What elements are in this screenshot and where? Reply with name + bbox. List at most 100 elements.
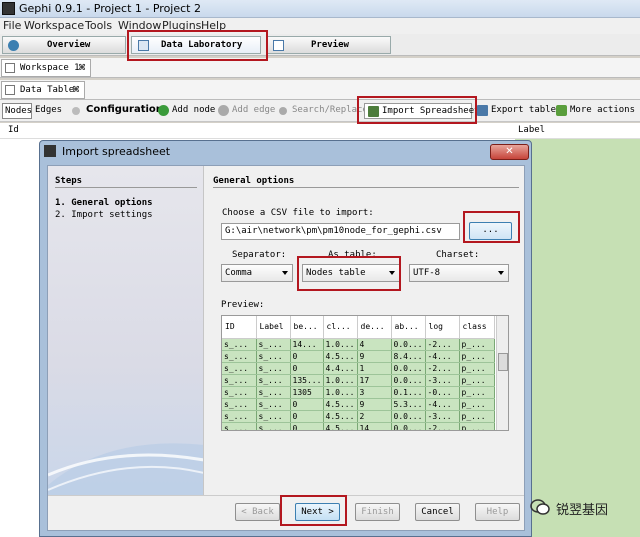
wizard-button-row: < Back Next > Finish Cancel Help	[48, 495, 524, 530]
preview-cell: 1.0...	[323, 338, 358, 351]
separator-label: Separator:	[232, 250, 287, 260]
preview-cell: s_...	[256, 386, 291, 399]
close-icon[interactable]: ⌘	[72, 85, 80, 94]
as-table-select[interactable]: Nodes table	[302, 264, 400, 282]
menu-window[interactable]: Window	[118, 19, 161, 32]
separator-select[interactable]: Comma	[221, 264, 293, 282]
add-edge-button[interactable]: Add edge	[218, 103, 276, 119]
import-spreadsheet-dialog: Import spreadsheet ✕ Steps 1. General op…	[39, 140, 532, 537]
column-id[interactable]: Id	[8, 125, 19, 135]
preview-column-header: ab...	[391, 316, 426, 339]
close-button[interactable]: ✕	[490, 144, 529, 160]
preview-cell: 0.0...	[391, 422, 426, 430]
gephi-logo-icon	[44, 145, 56, 157]
preview-cell: 0	[290, 422, 324, 430]
chevron-down-icon	[282, 271, 288, 275]
preview-cell: s_...	[222, 374, 257, 387]
spreadsheet-icon	[368, 106, 379, 117]
step-import-settings: 2. Import settings	[55, 210, 153, 220]
preview-table: ID Label be... cl... de... ab... log class s_..…	[221, 315, 509, 431]
preview-cell: s_...	[222, 422, 257, 430]
preview-column-header: cl...	[323, 316, 358, 339]
preview-cell: 4.5...	[323, 350, 358, 363]
preview-cell: -2...	[425, 362, 460, 375]
preview-cell: 1	[357, 362, 392, 375]
export-table-button[interactable]: Export table	[477, 103, 556, 119]
preview-cell: 17	[357, 374, 392, 387]
menu-tools[interactable]: Tools	[85, 19, 112, 32]
next-button[interactable]: Next >	[295, 503, 340, 521]
configuration-icon	[72, 107, 80, 115]
preview-cell: 1.0...	[323, 386, 358, 399]
search-replace-button[interactable]: Search/Replace	[279, 103, 368, 119]
scrollbar-thumb[interactable]	[498, 353, 508, 371]
preview-cell: 0.0...	[391, 410, 426, 423]
preview-cell: p_...	[459, 374, 495, 387]
preview-cell: -2...	[425, 422, 460, 430]
nodes-toggle[interactable]: Nodes	[2, 103, 32, 119]
tab-data-table[interactable]: Data Table ⌘	[1, 81, 85, 99]
browse-button[interactable]: ...	[469, 222, 512, 240]
preview-cell: -4...	[425, 350, 460, 363]
dialog-title: Import spreadsheet	[62, 145, 171, 158]
preview-cell: s_...	[256, 410, 291, 423]
preview-cell: 9	[357, 350, 392, 363]
data-lab-toolbar: Nodes Edges Configuration Add node Add e…	[0, 100, 640, 122]
preview-cell: s_...	[222, 362, 257, 375]
preview-cell: p_...	[459, 398, 495, 411]
preview-cell: -3...	[425, 374, 460, 387]
preview-column-header: ID	[222, 316, 257, 339]
more-actions-button[interactable]: More actions	[556, 103, 640, 119]
search-icon	[279, 107, 287, 115]
preview-cell: 4	[357, 338, 392, 351]
tab-workspace-1[interactable]: Workspace 1 ⌘	[1, 59, 91, 77]
configuration-button[interactable]: Configuration	[72, 103, 163, 119]
preview-scrollbar[interactable]	[496, 316, 508, 430]
close-icon[interactable]: ⌘	[78, 63, 86, 72]
preview-column-header: class	[459, 316, 495, 339]
tab-overview[interactable]: Overview	[2, 36, 126, 54]
menu-workspace[interactable]: Workspace	[24, 19, 84, 32]
preview-cell: 14	[357, 422, 392, 430]
preview-row: s_... s_... 0 4.4... 1 0.0... -2... p_...	[222, 362, 495, 375]
menu-plugins[interactable]: Plugins	[162, 19, 201, 32]
export-icon	[477, 105, 488, 116]
preview-cell: p_...	[459, 410, 495, 423]
preview-cell: 0	[290, 398, 324, 411]
title-bar: Gephi 0.9.1 - Project 1 - Project 2	[0, 0, 640, 18]
preview-cell: p_...	[459, 338, 495, 351]
charset-select[interactable]: UTF-8	[409, 264, 509, 282]
preview-body: s_... s_... 14... 1.0... 4 0.0... -2... p_... s_…	[222, 338, 495, 430]
preview-cell: -4...	[425, 398, 460, 411]
add-node-button[interactable]: Add node	[158, 103, 216, 119]
steps-title: Steps	[55, 176, 83, 186]
cancel-button[interactable]: Cancel	[415, 503, 460, 521]
preview-cell: s_...	[222, 398, 257, 411]
workspace-icon	[5, 63, 15, 73]
preview-cell: s_...	[256, 398, 291, 411]
edges-toggle[interactable]: Edges	[34, 103, 64, 119]
tab-data-laboratory[interactable]: Data Laboratory	[131, 36, 261, 54]
overview-icon	[8, 40, 19, 51]
finish-button[interactable]: Finish	[355, 503, 400, 521]
divider	[55, 187, 197, 188]
preview-cell: s_...	[256, 374, 291, 387]
menu-help[interactable]: Help	[201, 19, 226, 32]
preview-cell: s_...	[256, 362, 291, 375]
import-spreadsheet-button[interactable]: Import Spreadsheet	[364, 103, 480, 119]
preview-row: s_... s_... 0 4.5... 9 5.3... -4... p_...	[222, 398, 495, 411]
preview-cell: p_...	[459, 350, 495, 363]
back-button[interactable]: < Back	[235, 503, 280, 521]
file-path-input[interactable]: G:\air\network\pm\pm10node_for_gephi.csv	[221, 223, 460, 240]
preview-cell: s_...	[256, 338, 291, 351]
column-label[interactable]: Label	[518, 125, 545, 135]
menu-file[interactable]: File	[3, 19, 21, 32]
more-actions-icon	[556, 105, 567, 116]
preview-cell: -3...	[425, 410, 460, 423]
preview-cell: 2	[357, 410, 392, 423]
preview-cell: p_...	[459, 422, 495, 430]
tab-preview[interactable]: Preview	[266, 36, 391, 54]
table-icon	[138, 40, 149, 51]
preview-row: s_... s_... 135... 1.0... 17 0.0... -3... p_...	[222, 374, 495, 387]
help-button[interactable]: Help	[475, 503, 520, 521]
